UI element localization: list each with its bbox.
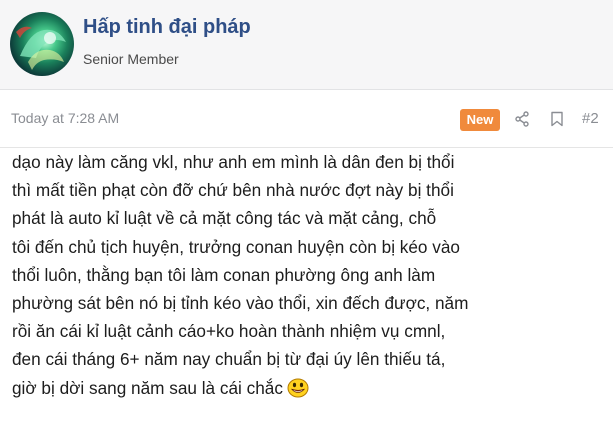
- username-link[interactable]: Hấp tinh đại pháp: [83, 16, 251, 39]
- smile-emoji-icon: [287, 378, 309, 406]
- post-number-link[interactable]: #2: [582, 110, 599, 127]
- new-badge: New: [460, 109, 500, 131]
- bookmark-icon[interactable]: [550, 111, 564, 132]
- share-icon[interactable]: [514, 111, 530, 132]
- user-avatar[interactable]: [10, 12, 74, 76]
- post-timestamp[interactable]: Today at 7:28 AM: [11, 110, 119, 126]
- post-author-header: Hấp tinh đại pháp Senior Member: [0, 0, 613, 90]
- post-body-text: dạo này làm căng vkl, như anh em mình là…: [12, 152, 469, 398]
- post-body: dạo này làm căng vkl, như anh em mình là…: [12, 148, 608, 406]
- user-title: Senior Member: [83, 51, 179, 67]
- post-meta-bar: Today at 7:28 AM New #2: [0, 90, 613, 148]
